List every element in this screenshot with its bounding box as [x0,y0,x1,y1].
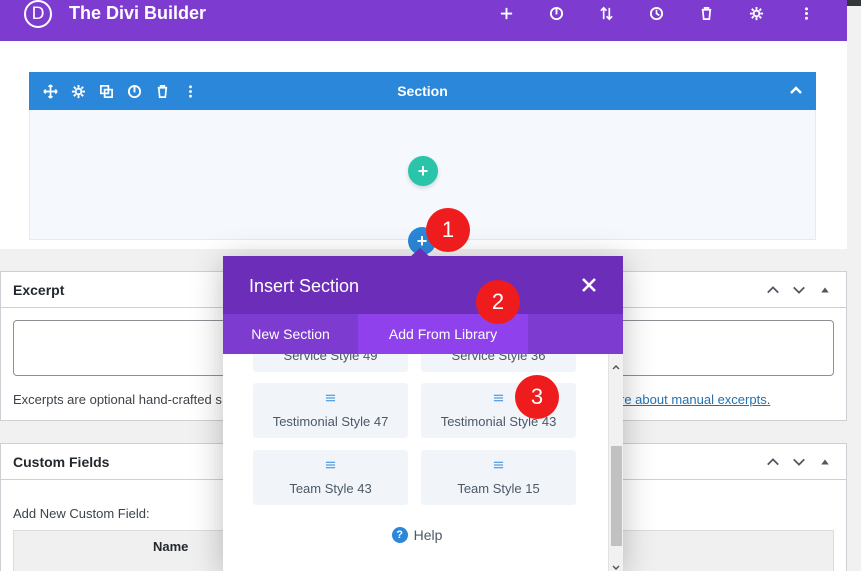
metabox-controls [756,281,834,299]
insert-section-modal: Insert Section New Section Add From Libr… [223,256,623,571]
help-icon: ? [391,527,408,543]
menu-lines-icon [421,460,576,472]
divi-builder-header: D The Divi Builder [0,0,847,41]
layout-name: Team Style 15 [457,481,540,496]
layout-item[interactable]: Service Style 36 [421,354,576,372]
chevron-up-icon[interactable] [764,281,782,299]
sort-icon[interactable] [594,2,619,24]
gear-icon[interactable] [744,2,769,24]
divi-logo: D [24,0,52,28]
metabox-title: Custom Fields [13,454,110,470]
step-badge-3: 3 [515,375,559,419]
modal-scrollbar[interactable] [608,354,623,571]
layout-name: Testimonial Style 47 [272,414,389,429]
layout-name: Team Style 43 [289,481,372,496]
scroll-down-arrow-icon[interactable] [612,559,620,570]
menu-lines-icon [253,460,408,472]
chevron-down-icon[interactable] [790,281,808,299]
excerpt-link-text[interactable]: re about manual excerpts [620,392,767,407]
layout-name: Service Style 36 [451,354,546,363]
builder-actions [469,2,819,24]
chevron-up-icon[interactable] [788,82,804,98]
builder-title: The Divi Builder [69,3,207,23]
layout-item[interactable]: Testimonial Style 47 [253,383,408,438]
excerpt-help-link[interactable]: re about manual excerpts. [620,392,770,407]
tab-new-section[interactable]: New Section [223,314,358,354]
chevron-down-icon[interactable] [790,453,808,471]
metabox-title: Excerpt [13,282,65,298]
name-column-header: Name [153,539,189,554]
help-label: Help [413,527,443,543]
power-icon[interactable] [544,2,569,24]
menu-lines-icon [253,393,408,405]
layout-name: Testimonial Style 43 [440,414,557,429]
custom-fields-subtitle: Add New Custom Field: [13,506,150,521]
section-header-bar[interactable]: Section [29,72,816,110]
toggle-triangle-icon[interactable] [816,281,834,299]
modal-header: Insert Section [223,256,623,314]
scrollbar-thumb[interactable] [611,446,622,546]
add-row-button[interactable]: + [408,156,438,186]
section-label: Section [397,83,448,99]
step-badge-2: 2 [476,280,520,324]
history-icon[interactable] [644,2,669,24]
layout-item[interactable]: Service Style 49 [253,354,408,372]
excerpt-help-text: Excerpts are optional hand-crafted s [13,392,222,407]
modal-tabs: New Section Add From Library [223,314,623,354]
layout-item[interactable]: Team Style 15 [421,450,576,505]
modal-pointer [410,248,430,257]
plus-icon[interactable] [494,2,519,24]
scroll-up-arrow-icon[interactable] [612,358,620,370]
metabox-controls [756,453,834,471]
excerpt-link-tail: . [766,392,771,407]
layout-library-list: Service Style 49 Service Style 36 Testim… [223,354,623,571]
trash-icon[interactable] [694,2,719,24]
modal-title: Insert Section [249,276,360,296]
more-icon[interactable] [794,2,819,24]
close-icon[interactable] [581,277,597,293]
layout-item[interactable]: Team Style 43 [253,450,408,505]
step-badge-1: 1 [426,208,470,252]
toggle-triangle-icon[interactable] [816,453,834,471]
layout-name: Service Style 49 [283,354,378,363]
chevron-up-icon[interactable] [764,453,782,471]
help-link[interactable]: ? Help [223,527,611,543]
